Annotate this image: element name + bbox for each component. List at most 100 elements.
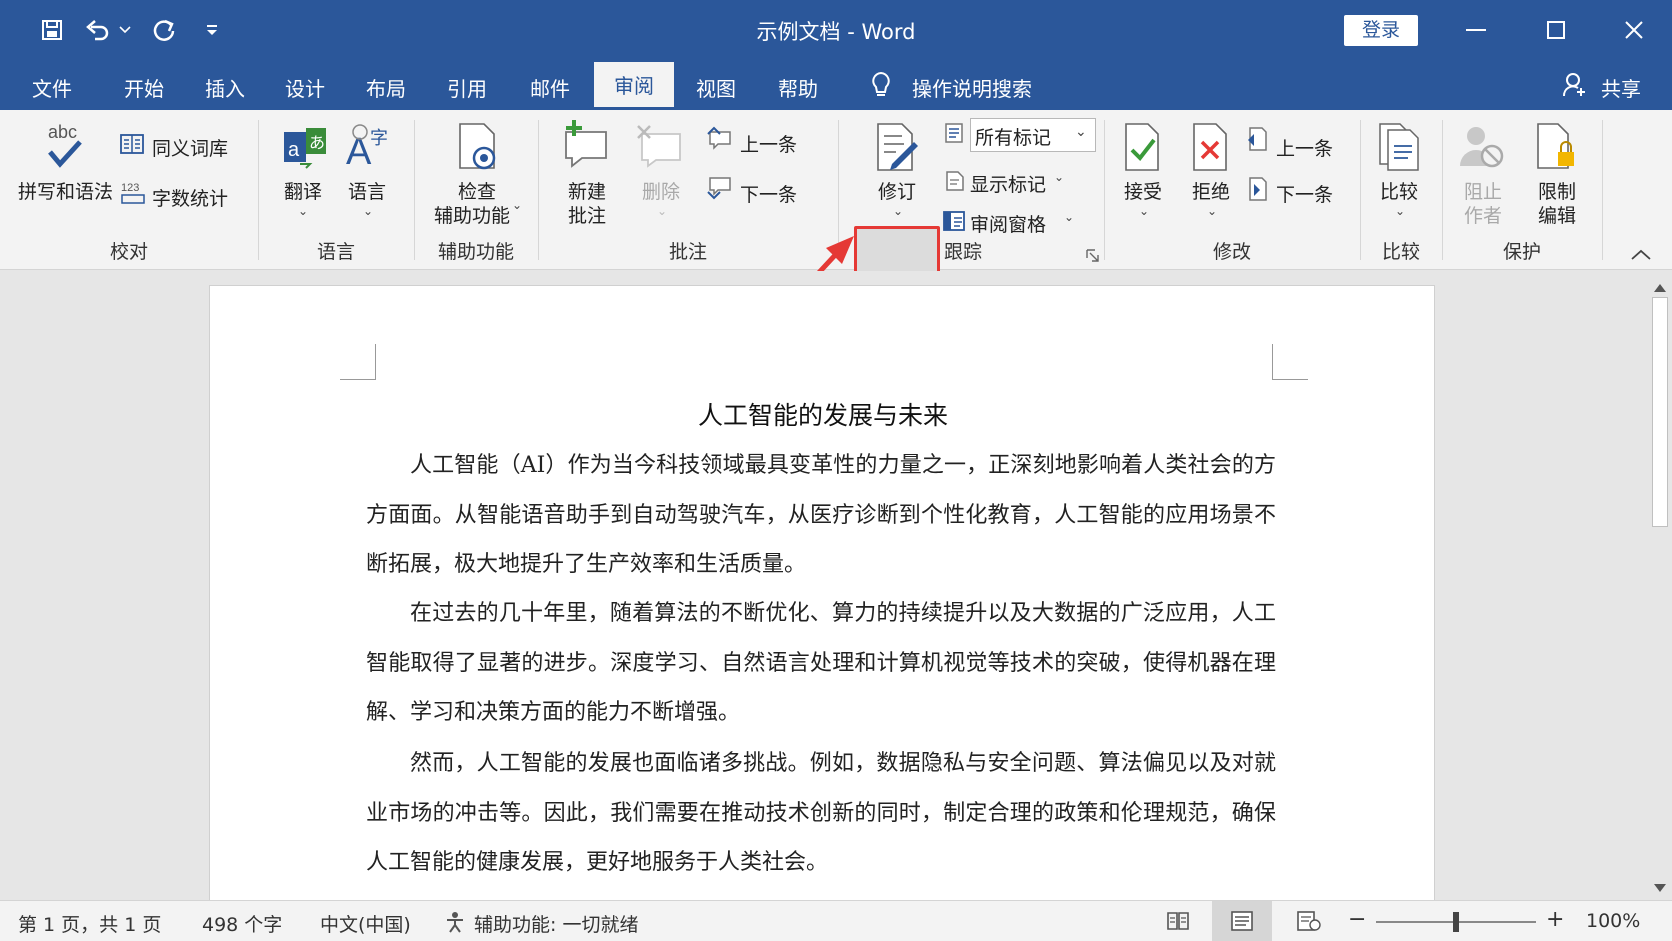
svg-text:あ: あ: [309, 133, 325, 152]
tab-references[interactable]: 引用: [435, 68, 499, 110]
vertical-scrollbar[interactable]: [1648, 271, 1672, 900]
check-accessibility-icon[interactable]: [456, 122, 502, 176]
document-paragraph: 在过去的几十年里，随着算法的不断优化、算力的持续提升以及大数据的广泛应用，人工智…: [366, 601, 1276, 725]
delete-comment-icon: [634, 122, 684, 172]
restrict-editing-line2[interactable]: 编辑: [1538, 201, 1576, 228]
tab-mailings[interactable]: 邮件: [518, 68, 582, 110]
reject-chevron-icon: ⌄: [1207, 204, 1218, 218]
spelling-grammar-button[interactable]: 拼写和语法: [18, 177, 113, 204]
web-layout-icon[interactable]: [1296, 910, 1322, 937]
group-label-language: 语言: [316, 241, 355, 263]
accessibility-status[interactable]: 辅助功能: 一切就绪: [474, 910, 638, 937]
close-icon[interactable]: [1606, 10, 1662, 50]
show-markup-button[interactable]: 显示标记: [970, 170, 1046, 197]
delete-chevron-icon: ⌄: [657, 204, 668, 218]
zoom-in-button[interactable]: +: [1546, 907, 1564, 932]
group-label-compare: 比较: [1381, 241, 1420, 263]
zoom-slider-thumb[interactable]: [1453, 912, 1459, 932]
check-accessibility-line2[interactable]: 辅助功能: [434, 201, 510, 228]
tab-help[interactable]: 帮助: [766, 68, 830, 110]
login-button[interactable]: 登录: [1344, 15, 1418, 46]
thesaurus-icon: [120, 133, 144, 159]
track-changes-button[interactable]: 修订: [878, 177, 916, 204]
display-for-review-icon: [944, 122, 966, 148]
block-authors-icon: [1458, 122, 1508, 176]
svg-text:abc: abc: [48, 122, 77, 142]
previous-change-button[interactable]: 上一条: [1276, 134, 1333, 161]
collapse-ribbon-icon[interactable]: [1630, 246, 1652, 265]
title-bar: 示例文档 - Word 登录: [0, 0, 1672, 60]
ribbon-tab-bar: 文件 开始 插入 设计 布局 引用 邮件 审阅 视图 帮助 操作说明搜索 共享: [0, 60, 1672, 110]
delete-comment-button: 删除: [642, 181, 681, 203]
tab-home[interactable]: 开始: [112, 68, 176, 110]
svg-text:123: 123: [121, 182, 139, 194]
scroll-thumb[interactable]: [1652, 297, 1668, 527]
svg-text:A: A: [346, 131, 372, 170]
accept-button[interactable]: 接受: [1124, 177, 1162, 204]
scroll-up-icon[interactable]: [1654, 277, 1666, 296]
thesaurus-button[interactable]: 同义词库: [152, 134, 228, 161]
read-mode-icon[interactable]: [1166, 910, 1190, 937]
track-changes-chevron-icon: ⌄: [893, 204, 904, 218]
maximize-icon[interactable]: [1528, 10, 1584, 50]
share-person-icon[interactable]: [1562, 72, 1588, 102]
share-button[interactable]: 共享: [1596, 68, 1646, 110]
accept-icon[interactable]: [1122, 122, 1164, 176]
markup-select-chevron-icon[interactable]: ⌄: [1075, 124, 1087, 140]
accessibility-chevron-icon: ⌄: [512, 198, 523, 212]
spelling-grammar-icon[interactable]: abc: [44, 122, 86, 176]
scroll-down-icon[interactable]: [1654, 877, 1666, 896]
new-comment-icon[interactable]: [560, 118, 610, 172]
svg-text:a: a: [288, 139, 300, 161]
tab-review[interactable]: 审阅: [594, 62, 674, 110]
tab-layout[interactable]: 布局: [354, 68, 418, 110]
tab-insert[interactable]: 插入: [193, 68, 257, 110]
group-label-accessibility: 辅助功能: [437, 241, 514, 263]
print-layout-icon[interactable]: [1230, 910, 1254, 937]
word-count-status[interactable]: 498 个字: [202, 910, 282, 937]
next-comment-button[interactable]: 下一条: [740, 180, 797, 207]
compare-icon[interactable]: [1376, 122, 1422, 176]
show-markup-chevron-icon: ⌄: [1054, 170, 1065, 184]
group-label-protect: 保护: [1502, 241, 1541, 263]
reject-icon[interactable]: [1190, 122, 1232, 176]
new-comment-line2[interactable]: 批注: [568, 201, 606, 228]
tell-me-search[interactable]: 操作说明搜索: [912, 68, 1072, 110]
language-status[interactable]: 中文(中国): [320, 910, 411, 937]
accept-chevron-icon: ⌄: [1139, 204, 1150, 218]
reviewing-pane-icon: [942, 210, 966, 236]
previous-comment-button[interactable]: 上一条: [740, 130, 797, 157]
status-bar: 第 1 页，共 1 页 498 个字 中文(中国) 辅助功能: 一切就绪 − +…: [0, 900, 1672, 941]
group-divider: [1602, 120, 1603, 260]
tracking-dialog-launcher-icon[interactable]: [1086, 248, 1100, 267]
previous-comment-icon: [706, 126, 732, 154]
translate-button[interactable]: 翻译: [284, 177, 322, 204]
previous-change-icon: [1246, 126, 1268, 156]
check-accessibility-line1[interactable]: 检查: [458, 177, 496, 204]
restrict-editing-line1[interactable]: 限制: [1538, 177, 1576, 204]
tab-file[interactable]: 文件: [20, 68, 84, 110]
tab-design[interactable]: 设计: [273, 68, 337, 110]
compare-button[interactable]: 比较: [1380, 177, 1418, 204]
crop-mark-left: [340, 344, 376, 380]
restrict-editing-icon[interactable]: [1534, 122, 1580, 176]
track-changes-icon[interactable]: [874, 122, 920, 176]
block-authors-line1: 阻止: [1464, 181, 1503, 203]
reject-button[interactable]: 拒绝: [1192, 177, 1230, 204]
zoom-out-button[interactable]: −: [1348, 907, 1366, 932]
language-button[interactable]: 语言: [348, 177, 386, 204]
language-icon[interactable]: A字: [346, 122, 394, 174]
zoom-level[interactable]: 100%: [1586, 910, 1640, 932]
page-count[interactable]: 第 1 页，共 1 页: [18, 910, 161, 937]
next-change-button[interactable]: 下一条: [1276, 180, 1333, 207]
new-comment-line1[interactable]: 新建: [568, 177, 606, 204]
document-paragraph: 人工智能（AI）作为当今科技领域最具变革性的力量之一，正深刻地影响着人类社会的方…: [366, 453, 1276, 577]
svg-text:字: 字: [370, 128, 388, 149]
word-count-button[interactable]: 字数统计: [152, 184, 228, 211]
tab-view[interactable]: 视图: [684, 68, 748, 110]
document-page[interactable]: 人工智能的发展与未来 人工智能（AI）作为当今科技领域最具变革性的力量之一，正深…: [209, 285, 1435, 900]
minimize-icon[interactable]: [1448, 10, 1504, 50]
reviewing-pane-button[interactable]: 审阅窗格: [970, 210, 1046, 237]
translate-icon[interactable]: aあ: [282, 124, 328, 174]
compare-chevron-icon: ⌄: [1395, 204, 1406, 218]
